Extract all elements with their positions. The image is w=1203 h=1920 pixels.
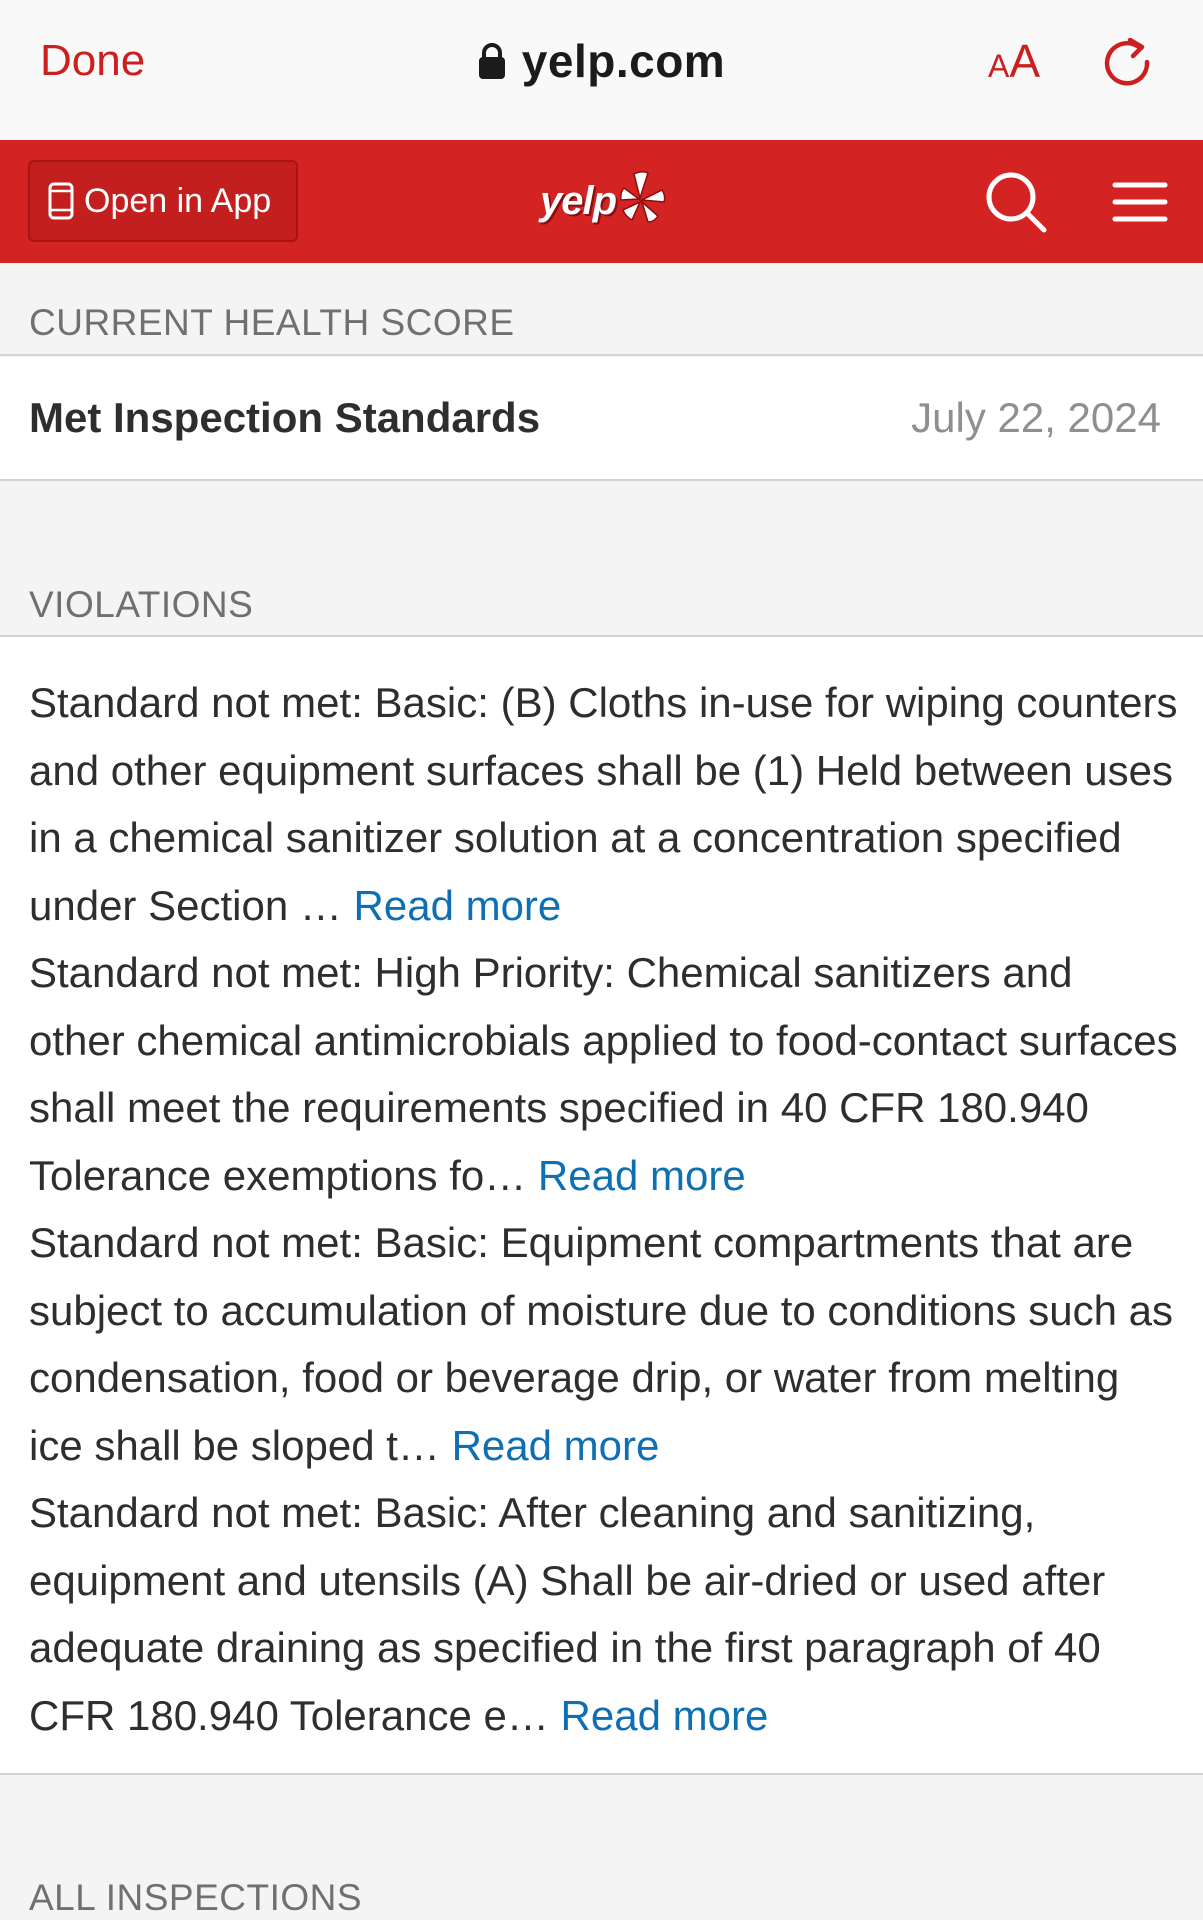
text-size-button[interactable]: AA bbox=[988, 34, 1040, 88]
health-score-date: July 22, 2024 bbox=[911, 394, 1161, 441]
divider bbox=[0, 354, 1203, 356]
open-in-app-button[interactable]: Open in App bbox=[28, 160, 298, 242]
violation-text: Standard not met: Basic: (B) Cloths in-u… bbox=[29, 679, 1178, 929]
address-bar[interactable]: yelp.com bbox=[478, 34, 725, 88]
all-inspections-heading: ALL INSPECTIONS bbox=[29, 1877, 363, 1918]
divider bbox=[0, 1773, 1203, 1775]
browser-toolbar: Done yelp.com AA bbox=[0, 0, 1203, 140]
read-more-link[interactable]: Read more bbox=[354, 882, 562, 929]
hamburger-menu-icon[interactable] bbox=[1112, 180, 1168, 224]
reload-icon[interactable] bbox=[1100, 34, 1156, 90]
read-more-link[interactable]: Read more bbox=[561, 1692, 769, 1739]
read-more-link[interactable]: Read more bbox=[538, 1152, 746, 1199]
violation-item: Standard not met: Basic: Equipment compa… bbox=[29, 1209, 1179, 1479]
violations-text: Standard not met: Basic: (B) Cloths in-u… bbox=[29, 669, 1179, 1749]
violations-heading: VIOLATIONS bbox=[29, 584, 254, 625]
text-size-small-label: A bbox=[988, 48, 1010, 84]
url-text: yelp.com bbox=[521, 35, 726, 87]
logo-text: yelp bbox=[540, 178, 617, 223]
done-button[interactable]: Done bbox=[40, 36, 145, 86]
yelp-burst-icon bbox=[620, 170, 666, 223]
search-icon[interactable] bbox=[984, 170, 1048, 234]
health-score-row: Met Inspection Standards July 22, 2024 bbox=[0, 357, 1203, 479]
health-score-status: Met Inspection Standards bbox=[29, 394, 541, 441]
text-size-large-label: A bbox=[1009, 35, 1041, 87]
lock-icon bbox=[478, 43, 505, 79]
violation-item: Standard not met: Basic: (B) Cloths in-u… bbox=[29, 669, 1179, 939]
site-header: Open in App yelp bbox=[0, 140, 1203, 263]
yelp-logo[interactable]: yelp bbox=[540, 168, 668, 234]
violations-panel: Standard not met: Basic: (B) Cloths in-u… bbox=[0, 637, 1203, 1773]
read-more-link[interactable]: Read more bbox=[452, 1422, 660, 1469]
divider bbox=[0, 479, 1203, 481]
open-in-app-label: Open in App bbox=[84, 181, 272, 220]
phone-icon bbox=[48, 182, 74, 220]
health-score-heading: CURRENT HEALTH SCORE bbox=[29, 302, 515, 343]
violation-item: Standard not met: High Priority: Chemica… bbox=[29, 939, 1179, 1209]
violation-item: Standard not met: Basic: After cleaning … bbox=[29, 1479, 1179, 1749]
